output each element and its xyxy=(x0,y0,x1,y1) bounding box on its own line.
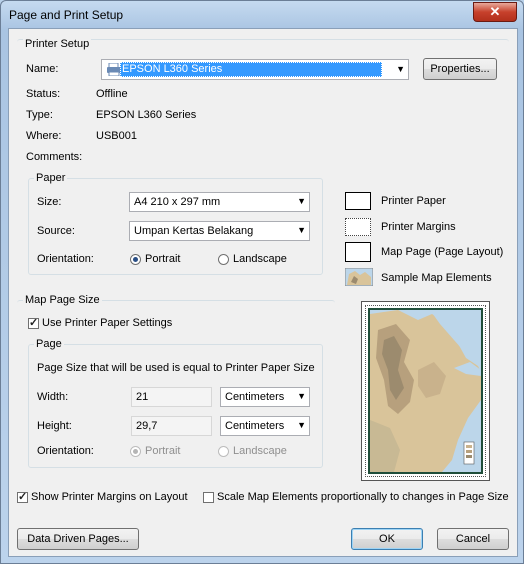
where-value: USB001 xyxy=(96,130,137,142)
show-margins-checkbox[interactable] xyxy=(17,490,28,503)
map-page-legend-label: Map Page (Page Layout) xyxy=(381,246,504,258)
map-page-size-label: Map Page Size xyxy=(23,294,102,306)
map-portrait-label: Portrait xyxy=(145,445,181,457)
status-label: Status: xyxy=(26,88,61,100)
use-printer-paper-label: Use Printer Paper Settings xyxy=(42,317,173,329)
name-label: Name: xyxy=(26,63,59,75)
chevron-down-icon: ▼ xyxy=(297,196,306,206)
scale-elements-label: Scale Map Elements proportionally to cha… xyxy=(217,491,509,503)
printer-paper-legend-label: Printer Paper xyxy=(381,195,446,207)
paper-source-dropdown[interactable]: Umpan Kertas Belakang ▼ xyxy=(129,221,310,241)
page-size-info: Page Size that will be used is equal to … xyxy=(37,362,315,374)
type-value: EPSON L360 Series xyxy=(96,109,197,121)
map-orientation-label: Orientation: xyxy=(37,445,94,457)
window-title: Page and Print Setup xyxy=(9,8,124,22)
map-landscape-radio[interactable] xyxy=(218,446,229,457)
page-label: Page xyxy=(34,338,64,350)
chevron-down-icon: ▼ xyxy=(297,420,306,430)
scale-elements-checkbox[interactable] xyxy=(203,492,214,503)
cancel-button[interactable]: Cancel xyxy=(437,528,509,550)
preview-map-page xyxy=(368,308,483,474)
printer-icon xyxy=(107,63,121,76)
printer-setup-label: Printer Setup xyxy=(23,38,92,50)
printer-paper-swatch xyxy=(345,192,371,210)
printer-margins-legend-label: Printer Margins xyxy=(381,221,456,233)
width-input[interactable]: 21 xyxy=(131,387,212,407)
paper-size-dropdown[interactable]: A4 210 x 297 mm ▼ xyxy=(129,192,310,212)
paper-portrait-label: Portrait xyxy=(145,253,181,265)
close-icon[interactable]: ✕ xyxy=(473,2,517,22)
map-page-swatch xyxy=(345,242,371,262)
height-unit-dropdown[interactable]: Centimeters ▼ xyxy=(220,416,310,436)
source-label: Source: xyxy=(37,225,75,237)
printer-name-value: EPSON L360 Series xyxy=(120,62,382,77)
properties-button[interactable]: Properties... xyxy=(423,58,497,80)
sample-map-icon xyxy=(345,268,373,286)
printer-margins-swatch xyxy=(345,218,371,236)
type-label: Type: xyxy=(26,109,53,121)
status-value: Offline xyxy=(96,88,128,100)
dialog-window: Page and Print Setup ✕ Printer Setup Nam… xyxy=(0,0,524,564)
width-unit-dropdown[interactable]: Centimeters ▼ xyxy=(220,387,310,407)
height-unit-value: Centimeters xyxy=(225,420,285,432)
map-portrait-radio[interactable] xyxy=(130,446,141,457)
preview-map-image xyxy=(370,310,481,472)
chevron-down-icon: ▼ xyxy=(396,64,405,74)
height-value: 29,7 xyxy=(136,420,158,432)
chevron-down-icon: ▼ xyxy=(297,391,306,401)
paper-portrait-radio[interactable] xyxy=(130,254,141,265)
show-margins-label: Show Printer Margins on Layout xyxy=(31,491,188,503)
where-label: Where: xyxy=(26,130,62,142)
comments-label: Comments: xyxy=(26,151,83,163)
width-label: Width: xyxy=(37,391,69,403)
height-label: Height: xyxy=(37,420,72,432)
dialog-body: Printer Setup Name: EPSON L360 Series ▼ … xyxy=(8,28,518,557)
width-value: 21 xyxy=(136,391,149,403)
paper-orientation-label: Orientation: xyxy=(37,253,94,265)
paper-landscape-label: Landscape xyxy=(233,253,287,265)
size-label: Size: xyxy=(37,196,62,208)
sample-map-legend-label: Sample Map Elements xyxy=(381,272,492,284)
width-unit-value: Centimeters xyxy=(225,391,285,403)
paper-source-value: Umpan Kertas Belakang xyxy=(134,225,254,237)
page-preview xyxy=(361,301,490,481)
data-driven-pages-button[interactable]: Data Driven Pages... xyxy=(17,528,139,550)
title-bar[interactable]: Page and Print Setup ✕ xyxy=(1,1,523,29)
ok-button[interactable]: OK xyxy=(351,528,423,550)
paper-label: Paper xyxy=(34,172,68,184)
paper-size-value: A4 210 x 297 mm xyxy=(134,196,221,208)
chevron-down-icon: ▼ xyxy=(297,225,306,235)
use-printer-paper-checkbox[interactable] xyxy=(28,316,39,329)
paper-landscape-radio[interactable] xyxy=(218,254,229,265)
printer-name-dropdown[interactable]: EPSON L360 Series ▼ xyxy=(101,59,409,80)
map-landscape-label: Landscape xyxy=(233,445,287,457)
height-input[interactable]: 29,7 xyxy=(131,416,212,436)
